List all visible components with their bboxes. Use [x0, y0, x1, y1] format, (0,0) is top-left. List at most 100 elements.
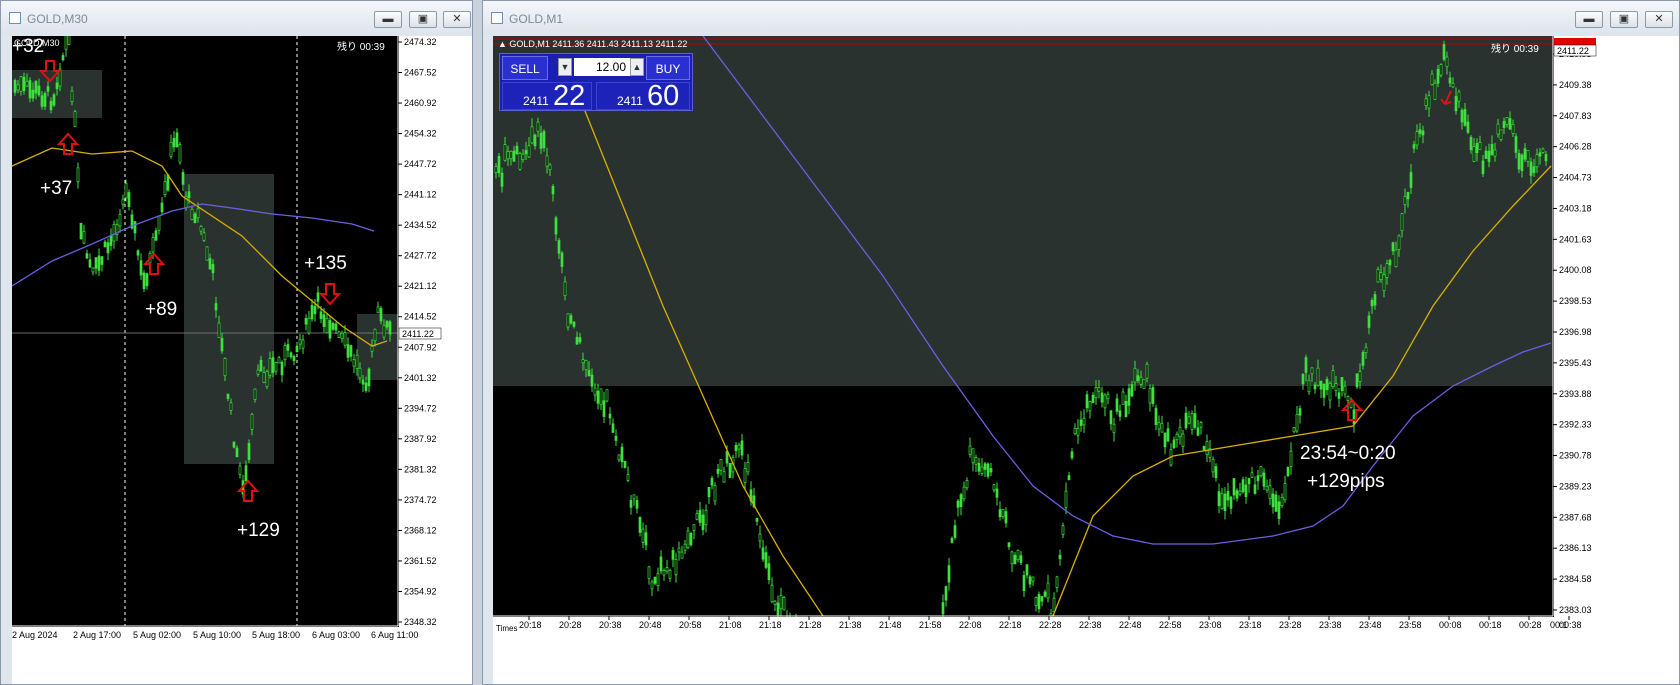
left-chart-window[interactable]: GOLD,M30 ▬ ▣ ✕ +32 +37 +89 +135 +129 GOLD,M30… [0, 0, 473, 685]
right-chart-area[interactable]: 23:54~0:20 +129pips ▲ GOLD,M1 2411.36 2411… [493, 36, 1679, 684]
time-tick-label: 22:28 [1039, 620, 1062, 630]
candle-body [1463, 109, 1467, 126]
candle-body [740, 440, 744, 456]
candle-body [677, 547, 681, 553]
candle-body [620, 446, 624, 463]
candle-body [512, 150, 516, 162]
candle-body [1493, 149, 1497, 157]
candle-body [25, 80, 29, 87]
candle-body [548, 164, 552, 170]
candle-body [1541, 148, 1545, 153]
candle-body [1502, 121, 1506, 128]
chart-window-icon [9, 12, 21, 24]
sell-quote[interactable]: 2411 22 [502, 80, 592, 112]
candle-body [680, 551, 684, 559]
candle-body [1025, 564, 1029, 576]
candle-body [1016, 549, 1020, 560]
candle-body [779, 595, 783, 610]
candle-body [379, 307, 383, 322]
candle-body [1121, 391, 1125, 405]
candle-body [118, 213, 122, 227]
buy-button[interactable]: BUY [646, 56, 690, 80]
candle-body [1292, 427, 1296, 433]
candle-body [581, 359, 585, 364]
candle-body [962, 486, 966, 500]
candle-body [1046, 582, 1050, 599]
candle-body [112, 223, 116, 242]
candle-body [196, 208, 200, 219]
candle-body [1535, 154, 1539, 168]
lot-decrease-button[interactable]: ▼ [558, 58, 572, 76]
candle-body [175, 132, 179, 148]
candle-body [268, 358, 272, 376]
candle-body [160, 202, 164, 213]
left-window-titlebar[interactable]: GOLD,M30 ▬ ▣ ✕ [1, 1, 472, 35]
candle-body [710, 477, 714, 486]
candle-body [43, 92, 47, 107]
close-button[interactable]: ✕ [1645, 11, 1673, 28]
price-tick-label: 2395.43 [1559, 358, 1592, 368]
candle-body [82, 231, 86, 244]
candle-body [1478, 142, 1482, 150]
candle-body [572, 321, 576, 327]
candle-body [638, 517, 642, 533]
candle-body [689, 532, 693, 546]
candle-body [334, 323, 338, 331]
left-chart-area[interactable]: +32 +37 +89 +135 +129 GOLD,M30 残り 00:39 2474.32… [12, 36, 472, 684]
candle-body [1112, 423, 1116, 434]
candle-body [1172, 439, 1176, 448]
candle-body [190, 208, 194, 220]
price-tick-label: 2396.98 [1559, 327, 1592, 337]
candle-body [1472, 146, 1476, 162]
candle-body [1127, 388, 1131, 406]
candle-body [608, 413, 612, 419]
close-button[interactable]: ✕ [443, 11, 471, 28]
candle-body [1379, 272, 1383, 280]
candle-body [1403, 196, 1407, 206]
symbol-timeframe-label: GOLD,M30 [14, 38, 60, 48]
price-tick-label: 2404.73 [1559, 173, 1592, 183]
lot-increase-button[interactable]: ▲ [630, 58, 644, 76]
candle-body [1028, 576, 1032, 585]
candle-body [1400, 213, 1404, 231]
trade-pips-label: +129pips [1307, 471, 1385, 492]
candle-body [659, 556, 663, 572]
sell-quote-pips: 22 [553, 80, 586, 112]
candle-body [761, 547, 765, 560]
candle-body [313, 305, 317, 315]
maximize-button[interactable]: ▣ [1610, 11, 1638, 28]
candle-body [1100, 392, 1104, 403]
candle-body [1199, 421, 1203, 428]
candle-body [1418, 129, 1422, 134]
right-window-titlebar[interactable]: GOLD,M1 ▬ ▣ ✕ [483, 1, 1679, 35]
candle-body [1298, 408, 1302, 416]
price-tick-label: 2401.32 [404, 373, 437, 383]
candle-body [1247, 478, 1251, 485]
candle-body [773, 600, 777, 605]
candle-body [1223, 493, 1227, 512]
candle-body [521, 153, 525, 160]
candle-body [382, 324, 386, 338]
candle-body [1457, 91, 1461, 102]
symbol-quote-label: ▲ GOLD,M1 2411.36 2411.43 2411.13 2411.2… [498, 39, 687, 49]
price-tick-label: 2401.63 [1559, 234, 1592, 244]
minimize-button[interactable]: ▬ [374, 11, 402, 28]
candle-body [617, 454, 621, 461]
candle-body [1163, 432, 1167, 448]
candle-body [1451, 83, 1455, 88]
minimize-button[interactable]: ▬ [1575, 11, 1603, 28]
candle-body [641, 528, 645, 543]
candle-body [683, 543, 687, 551]
candle-body [1271, 493, 1275, 508]
maximize-button[interactable]: ▣ [409, 11, 437, 28]
sell-button[interactable]: SELL [502, 56, 548, 80]
price-tick-label: 2389.23 [1559, 481, 1592, 491]
candle-body [172, 138, 176, 148]
candle-body [1361, 352, 1365, 366]
right-chart-window[interactable]: GOLD,M1 ▬ ▣ ✕ 23:54~0:20 +129pips ▲ GOLD,M… [482, 0, 1680, 685]
lot-size-input[interactable]: 12.00 [574, 58, 630, 76]
candle-body [1124, 400, 1128, 417]
price-tick-label: 2474.32 [404, 37, 437, 47]
buy-quote[interactable]: 2411 60 [596, 80, 690, 112]
candle-body [1517, 153, 1521, 170]
